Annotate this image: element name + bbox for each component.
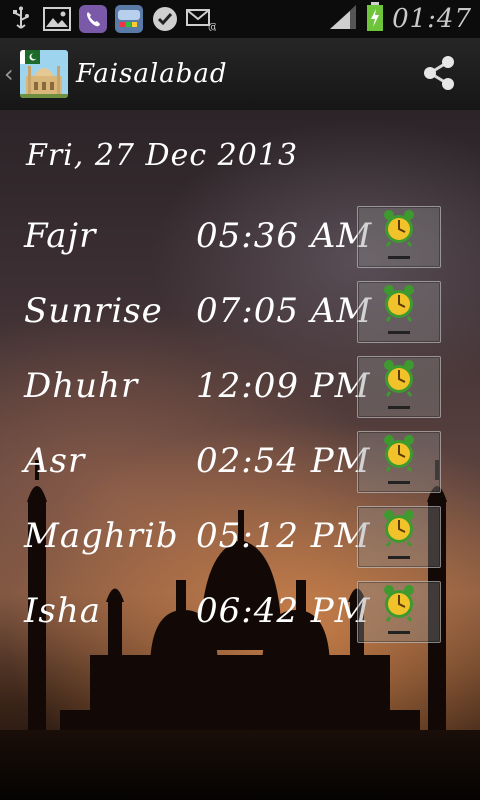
alarm-clock-icon (384, 360, 414, 397)
alarm-clock-icon (384, 435, 414, 472)
status-time: 01:47 (392, 4, 472, 34)
app-logo[interactable] (20, 50, 68, 98)
status-bar: @ 01:47 (0, 0, 480, 38)
alarm-clock-icon (384, 585, 414, 622)
prayer-time: 12:09 PM (196, 366, 371, 406)
signal-icon (328, 3, 358, 35)
prayer-name: Sunrise (24, 291, 163, 331)
battery-charging-icon (366, 2, 384, 36)
svg-text:@: @ (208, 22, 216, 31)
alarm-clock-icon (384, 285, 414, 322)
prayer-row-fajr: Fajr 05:36 AM (0, 206, 480, 272)
prayer-row-dhuhr: Dhuhr 12:09 PM (0, 356, 480, 422)
prayer-name: Fajr (24, 216, 97, 256)
page-title: Faisalabad (76, 59, 228, 89)
alarm-toggle-button[interactable] (357, 431, 441, 493)
alarm-toggle-button[interactable] (357, 206, 441, 268)
prayer-name: Isha (24, 591, 102, 631)
alarm-toggle-button[interactable] (357, 581, 441, 643)
check-icon (150, 4, 180, 34)
gallery-icon (42, 4, 72, 34)
prayer-row-maghrib: Maghrib 05:12 PM (0, 506, 480, 572)
alarm-clock-icon (384, 510, 414, 547)
date-label: Fri, 27 Dec 2013 (26, 138, 299, 173)
alarm-clock-icon (384, 210, 414, 247)
prayer-time: 02:54 PM (196, 441, 371, 481)
share-icon[interactable] (420, 54, 458, 92)
mail-icon: @ (186, 4, 216, 34)
prayer-name: Maghrib (24, 516, 179, 556)
alarm-toggle-button[interactable] (357, 356, 441, 418)
prayer-name: Dhuhr (24, 366, 139, 406)
prayer-time: 05:12 PM (196, 516, 371, 556)
viber-icon (78, 4, 108, 34)
prayer-row-asr: Asr 02:54 PM (0, 431, 480, 497)
game-icon (114, 4, 144, 34)
alarm-toggle-button[interactable] (357, 506, 441, 568)
usb-icon (6, 4, 36, 34)
prayer-name: Asr (24, 441, 86, 481)
prayer-row-isha: Isha 06:42 PM (0, 581, 480, 647)
prayer-time: 06:42 PM (196, 591, 371, 631)
back-chevron-icon[interactable]: ‹ (4, 60, 18, 88)
prayer-row-sunrise: Sunrise 07:05 AM (0, 281, 480, 347)
alarm-toggle-button[interactable] (357, 281, 441, 343)
prayer-times-panel: Fri, 27 Dec 2013 Fajr 05:36 AM Sunrise 0… (0, 110, 480, 800)
action-bar: ‹ Faisalabad (0, 38, 480, 112)
prayer-time: 07:05 AM (196, 291, 373, 331)
prayer-time: 05:36 AM (196, 216, 373, 256)
